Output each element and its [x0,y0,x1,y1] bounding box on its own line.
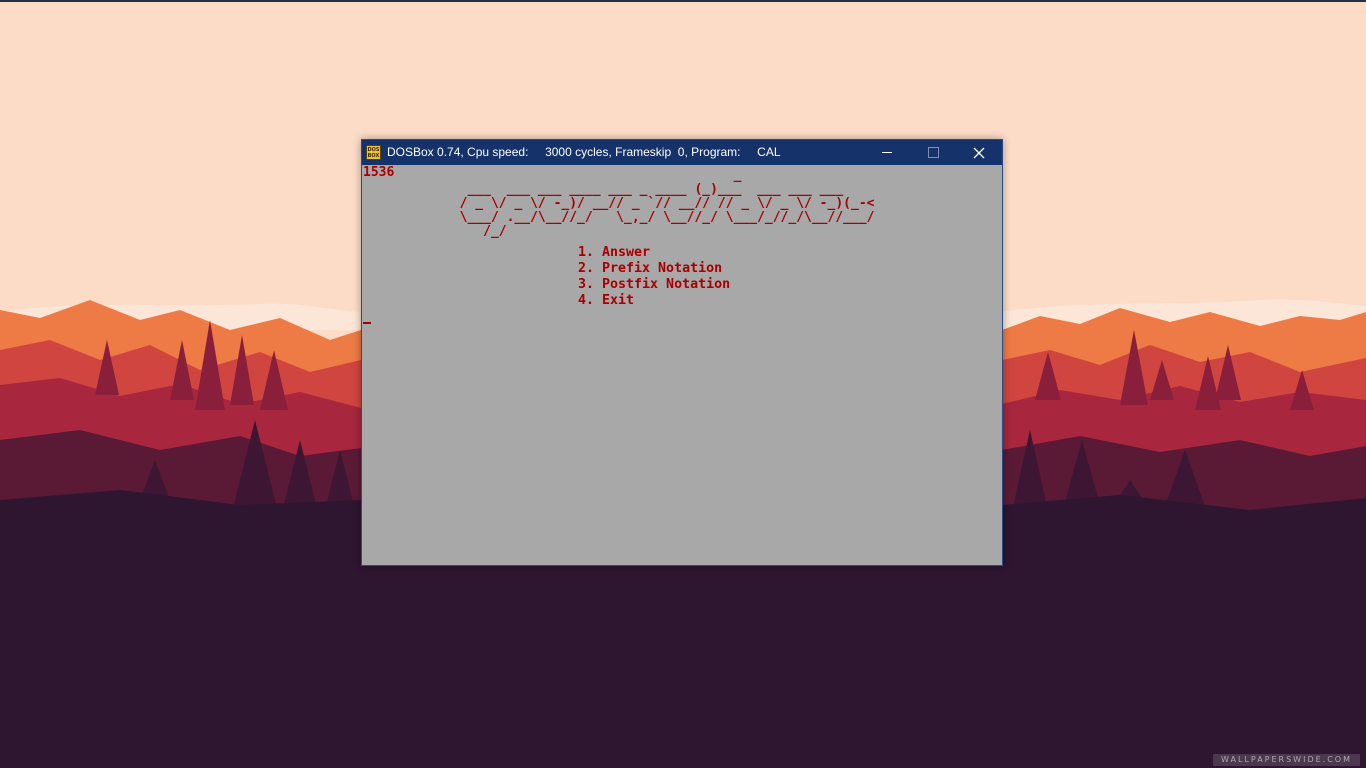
dos-screen[interactable]: 1536 _ ___ ___ ___ ____ ___ _ ____ (_)__… [362,165,1002,565]
main-menu: 1. Answer 2. Prefix Notation 3. Postfix … [578,245,730,309]
menu-item-prefix-notation[interactable]: 2. Prefix Notation [578,261,730,277]
menu-item-exit[interactable]: 4. Exit [578,293,730,309]
dosbox-window[interactable]: DOS BOX DOSBox 0.74, Cpu speed: 3000 cyc… [361,139,1003,566]
ascii-banner: _ ___ ___ ___ ____ ___ _ ____ (_)___ ___… [459,168,875,239]
minimize-icon[interactable] [864,140,910,165]
wallpaper-watermark: WALLPAPERSWIDE.COM [1213,754,1360,766]
cycle-counter: 1536 [363,165,395,180]
menu-item-postfix-notation[interactable]: 3. Postfix Notation [578,277,730,293]
window-titlebar[interactable]: DOS BOX DOSBox 0.74, Cpu speed: 3000 cyc… [362,140,1002,165]
menu-item-answer[interactable]: 1. Answer [578,245,730,261]
dosbox-icon[interactable]: DOS BOX [366,145,381,160]
text-cursor [363,322,371,324]
desktop: WALLPAPERSWIDE.COM DOS BOX DOSBox 0.74, … [0,0,1366,768]
maximize-icon[interactable] [910,140,956,165]
close-icon[interactable] [956,140,1002,165]
top-border-strip [0,0,1366,2]
window-title: DOSBox 0.74, Cpu speed: 3000 cycles, Fra… [387,145,781,159]
